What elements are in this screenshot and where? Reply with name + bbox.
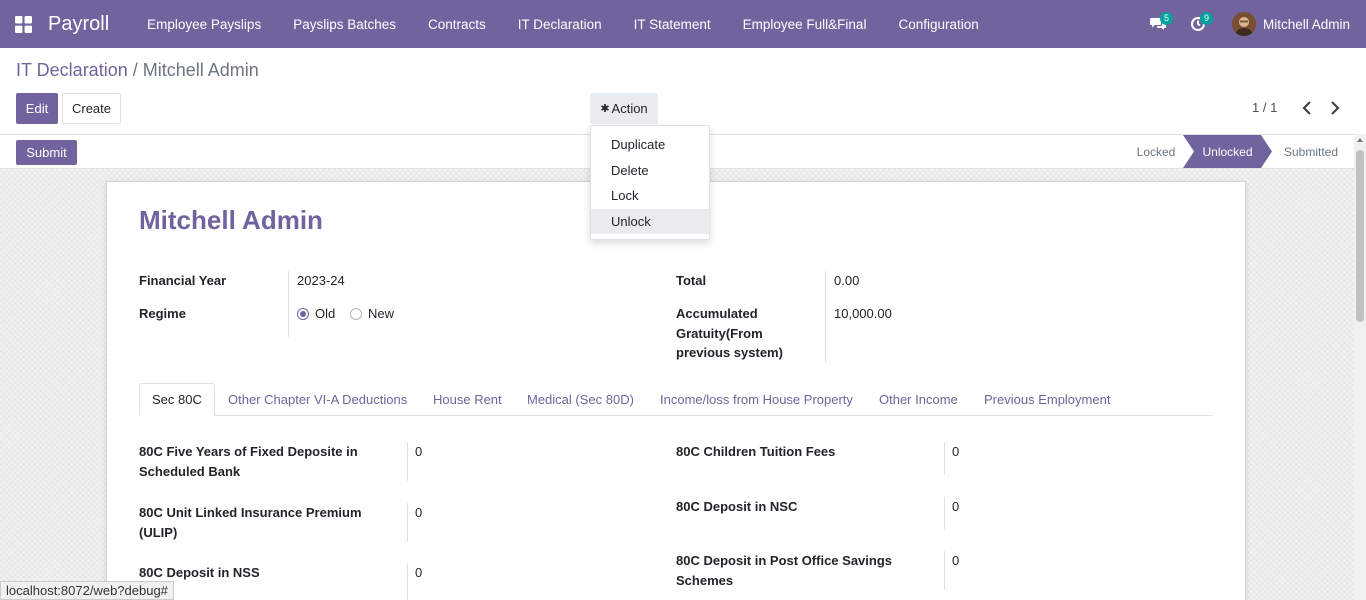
menu-item-duplicate[interactable]: Duplicate — [591, 132, 709, 158]
field-divider — [944, 442, 945, 475]
label-line: Schemes — [676, 572, 734, 588]
label-line: 80C Five Years of Fixed Deposite in — [139, 444, 358, 459]
stage-unlocked[interactable]: Unlocked — [1183, 135, 1272, 168]
menu-item-lock[interactable]: Lock — [591, 183, 709, 209]
user-menu[interactable]: Mitchell Admin — [1218, 0, 1366, 48]
field-divider — [407, 503, 408, 542]
menu-contracts[interactable]: Contracts — [412, 0, 502, 48]
gratuity-label: Accumulated Gratuity(From previous syste… — [676, 304, 783, 363]
financial-year-label: Financial Year — [139, 273, 227, 288]
menu-it-statement[interactable]: IT Statement — [618, 0, 727, 48]
regime-old-label[interactable]: Old — [315, 306, 335, 321]
edit-button[interactable]: Edit — [16, 93, 58, 124]
pager-previous-button[interactable] — [1297, 97, 1317, 119]
pager-next-button[interactable] — [1325, 97, 1345, 119]
field-value-80c-nss[interactable]: 0 — [415, 565, 422, 580]
app-brand[interactable]: Payroll — [48, 13, 109, 36]
field-value-80c-fixed-deposit[interactable]: 0 — [415, 444, 422, 459]
field-divider — [407, 442, 408, 481]
field-divider — [944, 497, 945, 530]
menu-configuration[interactable]: Configuration — [882, 0, 994, 48]
status-url-tooltip: localhost:8072/web?debug# — [0, 581, 174, 600]
messages-count-badge: 5 — [1159, 12, 1173, 25]
tab-other-chapter-via[interactable]: Other Chapter VI-A Deductions — [216, 383, 419, 416]
regime-old-radio[interactable] — [297, 308, 309, 320]
tab-income-house-property[interactable]: Income/loss from House Property — [648, 383, 865, 416]
financial-year-value[interactable]: 2023-24 — [297, 273, 345, 288]
tab-house-rent[interactable]: House Rent — [421, 383, 514, 416]
menu-item-delete[interactable]: Delete — [591, 158, 709, 184]
label-line: (ULIP) — [139, 524, 178, 540]
action-label: Action — [611, 101, 648, 116]
avatar — [1231, 12, 1256, 36]
label-line: 80C Deposit in Post Office Savings — [676, 553, 892, 568]
scroll-up-icon[interactable] — [1357, 138, 1363, 142]
breadcrumb-current: Mitchell Admin — [142, 60, 259, 80]
activities-count-badge: 9 — [1199, 12, 1213, 25]
breadcrumb-separator: / — [132, 60, 138, 80]
user-name: Mitchell Admin — [1262, 16, 1350, 32]
messages-button[interactable]: 5 — [1138, 0, 1178, 48]
regime-label: Regime — [139, 306, 186, 321]
breadcrumb-parent-link[interactable]: IT Declaration — [16, 60, 128, 80]
tab-medical-80d[interactable]: Medical (Sec 80D) — [515, 383, 646, 416]
gratuity-label-line2: Gratuity(From — [676, 325, 763, 341]
tab-other-income[interactable]: Other Income — [867, 383, 970, 416]
field-label-80c-post-office: 80C Deposit in Post Office Savings Schem… — [676, 551, 892, 590]
menu-employee-full-final[interactable]: Employee Full&Final — [727, 0, 883, 48]
page-scrollbar[interactable] — [1354, 134, 1366, 600]
field-value-80c-nsc[interactable]: 0 — [952, 499, 959, 514]
gratuity-label-line1: Accumulated — [676, 306, 758, 321]
field-divider — [288, 271, 289, 337]
field-value-80c-ulip[interactable]: 0 — [415, 505, 422, 520]
action-dropdown-menu: Duplicate Delete Lock Unlock — [590, 125, 710, 240]
submit-button[interactable]: Submit — [16, 140, 77, 165]
stage-locked[interactable]: Locked — [1130, 135, 1182, 168]
field-label-80c-nsc: 80C Deposit in NSC — [676, 499, 798, 514]
apps-menu-icon[interactable] — [0, 0, 46, 48]
field-value-80c-tuition[interactable]: 0 — [952, 444, 959, 459]
pager-value[interactable]: 1 / 1 — [1252, 100, 1277, 115]
action-button[interactable]: ✱ Action — [590, 93, 658, 124]
menu-employee-payslips[interactable]: Employee Payslips — [131, 0, 277, 48]
regime-new-radio[interactable] — [350, 308, 362, 320]
field-value-80c-post-office[interactable]: 0 — [952, 553, 959, 568]
activities-button[interactable]: 9 — [1178, 0, 1218, 48]
breadcrumb: IT Declaration / Mitchell Admin — [16, 60, 259, 81]
top-navbar: Payroll Employee Payslips Payslips Batch… — [0, 0, 1366, 48]
field-label-80c-tuition: 80C Children Tuition Fees — [676, 444, 836, 459]
employee-title: Mitchell Admin — [139, 205, 323, 235]
scroll-thumb[interactable] — [1356, 150, 1364, 322]
create-button[interactable]: Create — [62, 93, 121, 124]
label-line: 80C Unit Linked Insurance Premium — [139, 505, 362, 520]
total-value: 0.00 — [834, 273, 860, 288]
menu-item-unlock[interactable]: Unlock — [591, 208, 709, 235]
menu-it-declaration[interactable]: IT Declaration — [502, 0, 618, 48]
label-line: Scheduled Bank — [139, 463, 241, 479]
field-label-80c-fixed-deposit: 80C Five Years of Fixed Deposite in Sche… — [139, 442, 358, 481]
total-label: Total — [676, 273, 707, 288]
field-divider — [825, 271, 826, 363]
field-divider — [944, 551, 945, 590]
gear-icon: ✱ — [600, 103, 610, 115]
menu-payslips-batches[interactable]: Payslips Batches — [277, 0, 412, 48]
field-label-80c-nss: 80C Deposit in NSS — [139, 565, 260, 580]
field-label-80c-ulip: 80C Unit Linked Insurance Premium (ULIP) — [139, 503, 362, 542]
gratuity-value[interactable]: 10,000.00 — [834, 306, 892, 321]
tab-sec-80c[interactable]: Sec 80C — [139, 383, 215, 416]
stage-submitted[interactable]: Submitted — [1280, 135, 1342, 168]
tab-previous-employment[interactable]: Previous Employment — [972, 383, 1122, 416]
field-divider — [407, 563, 408, 600]
gratuity-label-line3: previous system) — [676, 345, 783, 360]
chevron-right-icon — [1331, 101, 1340, 115]
chevron-left-icon — [1302, 101, 1311, 115]
regime-new-label[interactable]: New — [368, 306, 394, 321]
